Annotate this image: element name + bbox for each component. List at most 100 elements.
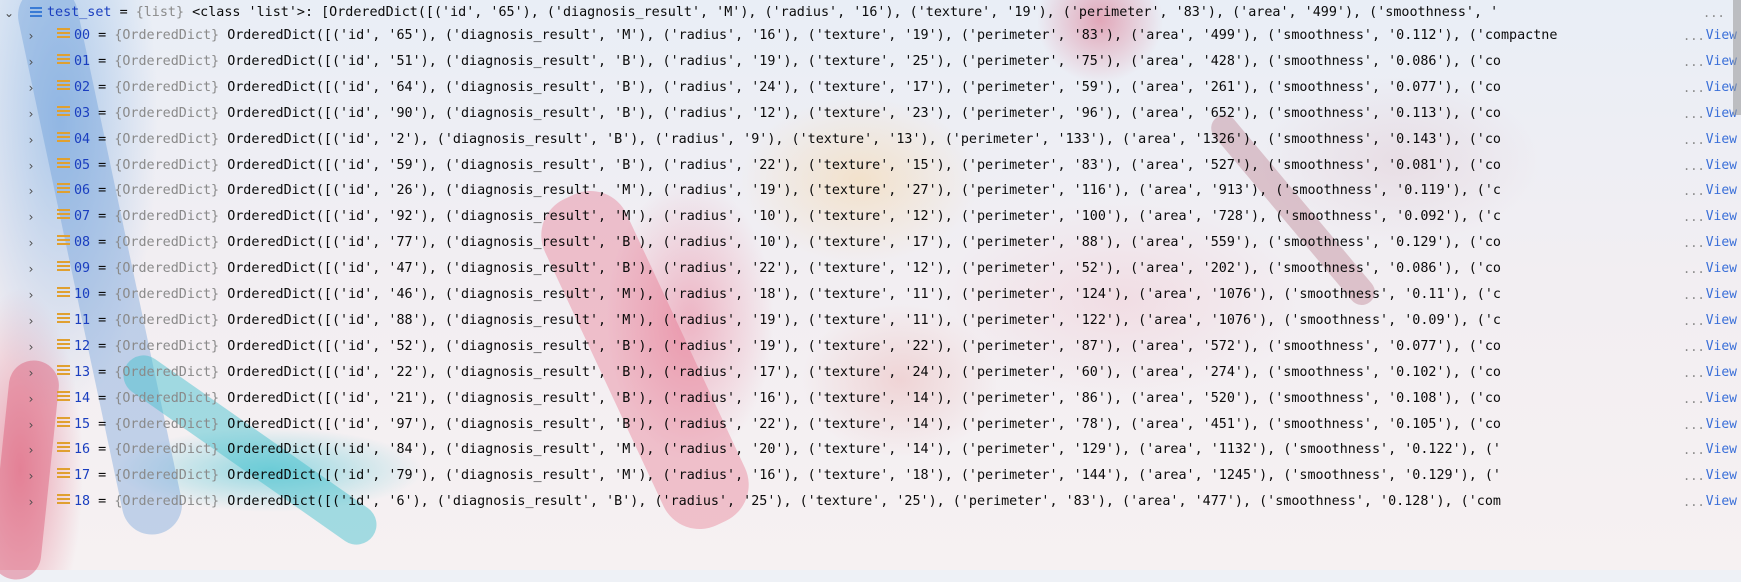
row-content: 10 = {OrderedDict} OrderedDict([('id', '…: [74, 287, 1501, 302]
view-link[interactable]: View: [1706, 308, 1737, 334]
item-index: 14: [74, 391, 91, 406]
view-link[interactable]: View: [1706, 334, 1737, 360]
view-link[interactable]: View: [1706, 153, 1737, 179]
dict-icon: [57, 468, 70, 481]
chevron-right-icon[interactable]: ›: [24, 49, 38, 75]
tree-row[interactable]: › 09 = {OrderedDict} OrderedDict([('id', …: [0, 256, 1741, 282]
row-content: 08 = {OrderedDict} OrderedDict([('id', '…: [74, 235, 1501, 250]
tree-row[interactable]: › 15 = {OrderedDict} OrderedDict([('id', …: [0, 412, 1741, 438]
item-index: 06: [74, 183, 91, 198]
chevron-right-icon[interactable]: ›: [24, 334, 38, 360]
item-index: 02: [74, 80, 91, 95]
chevron-right-icon[interactable]: ›: [24, 386, 38, 412]
item-value: OrderedDict([('id', '46'), ('diagnosis_r…: [227, 287, 1501, 302]
dict-icon: [57, 287, 70, 300]
chevron-right-icon[interactable]: ›: [24, 489, 38, 515]
view-link[interactable]: View: [1706, 282, 1737, 308]
chevron-right-icon[interactable]: ›: [24, 127, 38, 153]
tree-row[interactable]: › 06 = {OrderedDict} OrderedDict([('id', …: [0, 178, 1741, 204]
view-link[interactable]: View: [1706, 412, 1737, 438]
variable-name: test_set: [47, 5, 112, 20]
tree-row[interactable]: › 04 = {OrderedDict} OrderedDict([('id', …: [0, 127, 1741, 153]
tree-row[interactable]: › 08 = {OrderedDict} OrderedDict([('id', …: [0, 230, 1741, 256]
view-link[interactable]: View: [1706, 178, 1737, 204]
view-link[interactable]: View: [1706, 127, 1737, 153]
view-link[interactable]: View: [1706, 489, 1737, 515]
chevron-right-icon[interactable]: ›: [24, 308, 38, 334]
chevron-right-icon[interactable]: ›: [24, 204, 38, 230]
row-content: 14 = {OrderedDict} OrderedDict([('id', '…: [74, 391, 1501, 406]
item-type: {OrderedDict}: [114, 365, 220, 380]
tree-row[interactable]: › 14 = {OrderedDict} OrderedDict([('id', …: [0, 386, 1741, 412]
tree-row[interactable]: › 02 = {OrderedDict} OrderedDict([('id', …: [0, 75, 1741, 101]
tree-row[interactable]: › 07 = {OrderedDict} OrderedDict([('id', …: [0, 204, 1741, 230]
dict-icon: [57, 339, 70, 352]
row-content: 06 = {OrderedDict} OrderedDict([('id', '…: [74, 183, 1501, 198]
view-link[interactable]: View: [1706, 463, 1737, 489]
dict-icon: [57, 28, 70, 41]
chevron-right-icon[interactable]: ›: [24, 153, 38, 179]
item-index: 11: [74, 313, 91, 328]
view-link[interactable]: View: [1706, 204, 1737, 230]
item-type: {OrderedDict}: [114, 313, 220, 328]
chevron-right-icon[interactable]: ›: [24, 256, 38, 282]
tree-row[interactable]: › 11 = {OrderedDict} OrderedDict([('id', …: [0, 308, 1741, 334]
tree-row[interactable]: › 05 = {OrderedDict} OrderedDict([('id', …: [0, 153, 1741, 179]
list-icon: [30, 5, 42, 19]
more-icon: ...: [1683, 443, 1705, 457]
dict-icon: [57, 365, 70, 378]
view-link[interactable]: View: [1706, 360, 1737, 386]
more-icon: ...: [1683, 107, 1705, 121]
tree-row[interactable]: › 13 = {OrderedDict} OrderedDict([('id', …: [0, 360, 1741, 386]
item-index: 07: [74, 209, 91, 224]
chevron-right-icon[interactable]: ›: [24, 230, 38, 256]
item-value: OrderedDict([('id', '92'), ('diagnosis_r…: [227, 209, 1501, 224]
item-value: OrderedDict([('id', '51'), ('diagnosis_r…: [227, 54, 1501, 69]
item-index: 12: [74, 339, 91, 354]
view-link[interactable]: View: [1706, 386, 1737, 412]
chevron-right-icon[interactable]: ›: [24, 463, 38, 489]
dict-icon: [57, 442, 70, 455]
item-type: {OrderedDict}: [114, 28, 220, 43]
item-type: {OrderedDict}: [114, 339, 220, 354]
more-icon: ...: [1683, 184, 1705, 198]
item-value: OrderedDict([('id', '22'), ('diagnosis_r…: [227, 365, 1501, 380]
view-link[interactable]: View: [1706, 437, 1737, 463]
tree-row[interactable]: › 00 = {OrderedDict} OrderedDict([('id', …: [0, 23, 1741, 49]
chevron-right-icon[interactable]: ›: [24, 360, 38, 386]
view-link[interactable]: View: [1706, 256, 1737, 282]
chevron-right-icon[interactable]: ›: [24, 75, 38, 101]
row-content: 16 = {OrderedDict} OrderedDict([('id', '…: [74, 442, 1501, 457]
item-index: 15: [74, 417, 91, 432]
chevron-right-icon[interactable]: ›: [24, 101, 38, 127]
tree-row[interactable]: › 18 = {OrderedDict} OrderedDict([('id', …: [0, 489, 1741, 515]
tree-row[interactable]: › 01 = {OrderedDict} OrderedDict([('id', …: [0, 49, 1741, 75]
chevron-right-icon[interactable]: ›: [24, 412, 38, 438]
item-value: OrderedDict([('id', '97'), ('diagnosis_r…: [227, 417, 1501, 432]
row-content: 09 = {OrderedDict} OrderedDict([('id', '…: [74, 261, 1501, 276]
tree-row[interactable]: › 16 = {OrderedDict} OrderedDict([('id', …: [0, 437, 1741, 463]
variable-value: <class 'list'>: [OrderedDict([('id', '65…: [192, 5, 1499, 20]
more-icon: ...: [1683, 366, 1705, 380]
chevron-right-icon[interactable]: ›: [24, 282, 38, 308]
more-icon: ...: [1683, 418, 1705, 432]
item-type: {OrderedDict}: [114, 235, 220, 250]
item-index: 00: [74, 28, 91, 43]
dict-icon: [57, 209, 70, 222]
tree-row[interactable]: › 12 = {OrderedDict} OrderedDict([('id', …: [0, 334, 1741, 360]
chevron-right-icon[interactable]: ›: [24, 437, 38, 463]
tree-row[interactable]: › 03 = {OrderedDict} OrderedDict([('id', …: [0, 101, 1741, 127]
tree-row[interactable]: › 17 = {OrderedDict} OrderedDict([('id', …: [0, 463, 1741, 489]
item-value: OrderedDict([('id', '21'), ('diagnosis_r…: [227, 391, 1501, 406]
row-content: 03 = {OrderedDict} OrderedDict([('id', '…: [74, 106, 1501, 121]
tree-row[interactable]: › 10 = {OrderedDict} OrderedDict([('id', …: [0, 282, 1741, 308]
chevron-right-icon[interactable]: ›: [24, 178, 38, 204]
item-value: OrderedDict([('id', '77'), ('diagnosis_r…: [227, 235, 1501, 250]
chevron-right-icon[interactable]: ›: [24, 23, 38, 49]
view-link[interactable]: View: [1706, 230, 1737, 256]
item-value: OrderedDict([('id', '59'), ('diagnosis_r…: [227, 158, 1501, 173]
more-icon: ...: [1683, 159, 1705, 173]
item-type: {OrderedDict}: [114, 80, 220, 95]
scrollbar-thumb[interactable]: [1733, 0, 1741, 115]
more-icon: ...: [1683, 469, 1705, 483]
